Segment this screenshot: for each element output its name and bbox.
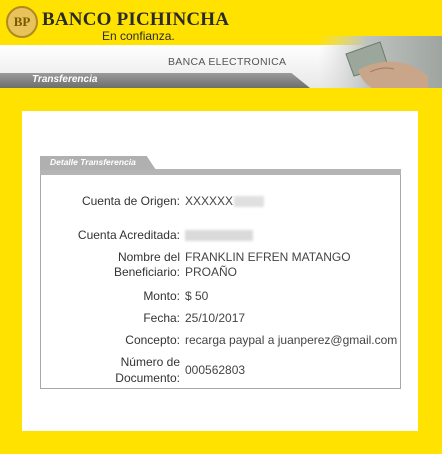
amount-label: Monto:: [143, 289, 180, 303]
detail-section-title: Detalle Transferencia: [50, 157, 136, 167]
amount-value: $ 50: [185, 289, 209, 303]
banner-title: BANCA ELECTRONICA: [168, 56, 287, 68]
bank-slogan: En confianza.: [102, 29, 175, 43]
bank-name: BANCO PICHINCHA: [42, 9, 230, 30]
beneficiary-label-line1: Nombre del: [117, 250, 180, 264]
credited-account-value: [185, 227, 253, 243]
redacted-account: [185, 230, 253, 242]
credited-account-label: Cuenta Acreditada:: [77, 228, 180, 242]
document-number-value: 000562803: [185, 363, 246, 377]
transferencia-tab-label: Transferencia: [32, 74, 98, 85]
beneficiary-name-line1: FRANKLIN EFREN MATANGO: [185, 250, 351, 264]
origin-account-number: XXXXXX: [185, 194, 234, 208]
origin-account-label: Cuenta de Origen:: [81, 194, 180, 208]
origin-account-value: XXXXXX: [185, 193, 265, 209]
document-number-label-line2: Documento:: [115, 371, 180, 385]
concept-label: Concepto:: [125, 333, 180, 347]
redacted-digits: [234, 196, 265, 208]
hand-holding-money-image: [318, 36, 442, 88]
bank-logo: BP: [6, 6, 38, 38]
date-value: 25/10/2017: [185, 311, 246, 325]
logo-text: BP: [13, 14, 31, 29]
beneficiary-label-line2: Beneficiario:: [113, 265, 180, 279]
beneficiary-name-line2: PROAÑO: [185, 265, 238, 279]
concept-value: recarga paypal a juanperez@gmail.com: [185, 333, 398, 347]
date-label: Fecha:: [143, 311, 180, 325]
document-number-label-line1: Número de: [120, 355, 180, 369]
